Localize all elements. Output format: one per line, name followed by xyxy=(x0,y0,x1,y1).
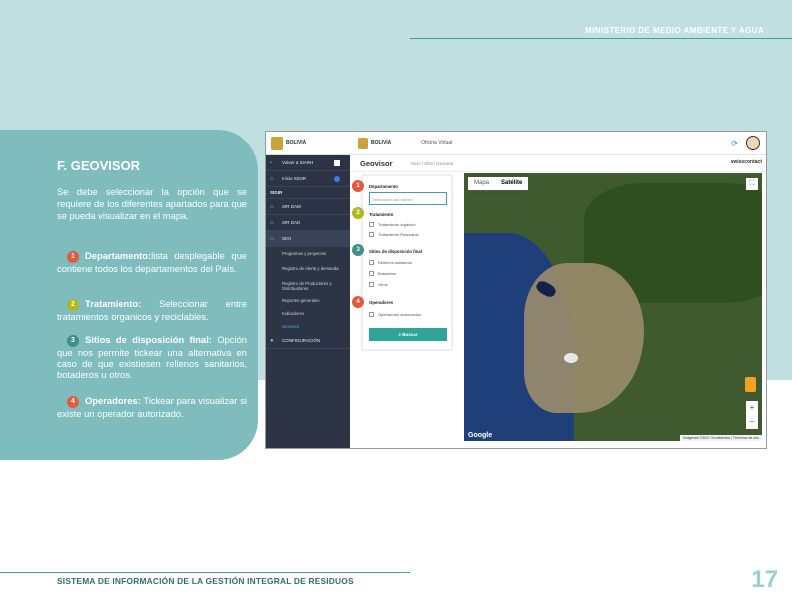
satellite-map[interactable]: Mapa Satélite ⛶ + − Google Imágenes ©2021… xyxy=(464,173,762,441)
building-icon: ⌂ xyxy=(270,235,274,242)
checkbox-rellenos[interactable]: Rellenos sanitarios xyxy=(369,260,412,265)
section-intro: Se debe seleccionar la opción que se req… xyxy=(57,186,247,221)
sidebar-subitem-geovisor[interactable]: Geovisor xyxy=(266,320,350,333)
sidebar-subitem[interactable]: Indicadores xyxy=(266,307,350,320)
building-icon: ⌂ xyxy=(270,219,274,226)
number-badge-1: 1 xyxy=(352,180,364,192)
geovisor-screenshot: BOLIVIA ‹ Volver a SIARH ⌂ Inicio SIGIR SI… xyxy=(265,131,767,449)
item-sitios: 3 Sitios de disposición final: Opción que… xyxy=(57,334,247,381)
search-button[interactable]: ⌕ Buscar xyxy=(369,328,447,341)
map-attribution[interactable]: Imágenes ©2021 TerraMetrics | Términos d… xyxy=(680,435,762,441)
filter-form: Departamento Seleccione una opción Trata… xyxy=(362,175,452,350)
sidebar-subitem[interactable]: Reportes generales xyxy=(266,294,350,307)
number-badge-1: 1 xyxy=(67,250,79,263)
refresh-icon[interactable]: ⟳ xyxy=(731,139,738,148)
sidebar-item-sir-dam[interactable]: ⌂ SIR DAM xyxy=(266,199,350,215)
number-badge-2: 2 xyxy=(67,298,79,311)
checkbox-organico[interactable]: Tratamiento orgánico xyxy=(369,222,416,227)
sidebar-item-sigi[interactable]: ⌂ SIGI xyxy=(266,231,350,247)
virtual-office-link[interactable]: Oficina Virtual xyxy=(421,140,452,146)
item-tratamiento: 2 Tratamiento: Seleccionar entre tratamie… xyxy=(57,298,247,322)
number-badge-4: 4 xyxy=(352,296,364,308)
footer-system-name: SISTEMA DE INFORMACIÓN DE LA GESTIÓN INT… xyxy=(57,576,354,586)
number-badge-4: 4 xyxy=(67,395,79,408)
coat-of-arms-icon xyxy=(271,136,283,150)
building-icon: ⌂ xyxy=(270,203,274,210)
checkbox-otros[interactable]: Otros xyxy=(369,282,388,287)
tab-map[interactable]: Mapa xyxy=(468,177,495,190)
sidebar-back[interactable]: ‹ Volver a SIARH xyxy=(266,155,350,171)
checkbox-operadores[interactable]: Operadores autorizados xyxy=(369,312,421,317)
map-logo: Google xyxy=(468,432,493,439)
breadcrumb[interactable]: Inicio / SIGI / Geovisor xyxy=(411,161,454,166)
gear-icon: ● xyxy=(270,337,274,344)
header-divider xyxy=(410,38,792,39)
sidebar-subitem[interactable]: Registro de oferta y demanda xyxy=(266,260,350,277)
page-number: 17 xyxy=(751,566,778,593)
departamento-label: Departamento xyxy=(369,184,398,189)
street-view-icon[interactable] xyxy=(745,377,756,392)
item-label: Operadores: xyxy=(85,395,141,406)
checkbox-reciclable[interactable]: Tratamiento Reciclable xyxy=(369,232,419,237)
item-label: Sitios de disposición final: xyxy=(85,334,212,345)
item-departamento: 1 Departamento:lista desplegable que cont… xyxy=(57,250,247,274)
zoom-control[interactable]: + − xyxy=(746,401,758,429)
brand-label: BOLIVIA xyxy=(286,140,307,146)
sidebar-item-config[interactable]: ● CONFIGURACIÓN xyxy=(266,333,350,349)
map-salt-flat xyxy=(564,353,578,363)
number-badge-2: 2 xyxy=(352,207,364,219)
sidebar-subitem[interactable]: Registro de Productores y Distribuidores xyxy=(266,277,350,294)
fullscreen-icon[interactable]: ⛶ xyxy=(746,178,758,190)
sidebar-item-sir-dad[interactable]: ⌂ SIR DAD xyxy=(266,215,350,231)
section-title: F. GEOVISOR xyxy=(57,158,141,173)
partner-logo: swisscontact xyxy=(730,159,762,165)
number-badge-3: 3 xyxy=(352,244,364,256)
status-dot-icon xyxy=(334,175,340,182)
sitios-label: Sitios de disposición final xyxy=(369,249,423,254)
footer-divider xyxy=(0,572,410,573)
sidebar-item-home[interactable]: ⌂ Inicio SIGIR xyxy=(266,171,350,187)
map-type-tabs: Mapa Satélite xyxy=(468,177,529,190)
chevron-left-icon: ‹ xyxy=(270,159,272,166)
page-title: Geovisor xyxy=(360,158,393,168)
item-operadores: 4 Operadores: Tickear para visualizar si … xyxy=(57,395,247,419)
avatar[interactable] xyxy=(746,136,760,150)
item-label: Tratamiento: xyxy=(85,298,142,309)
tab-satellite[interactable]: Satélite xyxy=(495,177,528,190)
item-label: Departamento: xyxy=(85,250,152,261)
tratamiento-label: Tratamiento xyxy=(369,212,394,217)
number-badge-3: 3 xyxy=(67,334,79,347)
app-topbar: BOLIVIA Oficina Virtual ⟳ xyxy=(350,132,766,155)
page-header: Geovisor Inicio / SIGI / Geovisor swissc… xyxy=(350,155,766,172)
square-icon xyxy=(334,159,340,166)
operadores-label: Operadores xyxy=(369,300,394,305)
checkbox-botaderos[interactable]: Botaderos xyxy=(369,271,396,276)
brand-label: BOLIVIA xyxy=(371,140,392,146)
sidebar-logo: BOLIVIA xyxy=(266,132,350,155)
app-sidebar: BOLIVIA ‹ Volver a SIARH ⌂ Inicio SIGIR SI… xyxy=(266,132,350,448)
home-icon: ⌂ xyxy=(270,175,274,182)
sidebar-subitem[interactable]: Programas y proyectos xyxy=(266,247,350,260)
departamento-select[interactable]: Seleccione una opción xyxy=(369,192,447,205)
coat-of-arms-icon xyxy=(358,137,368,149)
sidebar-section-label: SIGIR xyxy=(266,187,350,199)
ministry-title: MINISTERIO DE MEDIO AMBIENTE Y AGUA xyxy=(585,26,764,35)
